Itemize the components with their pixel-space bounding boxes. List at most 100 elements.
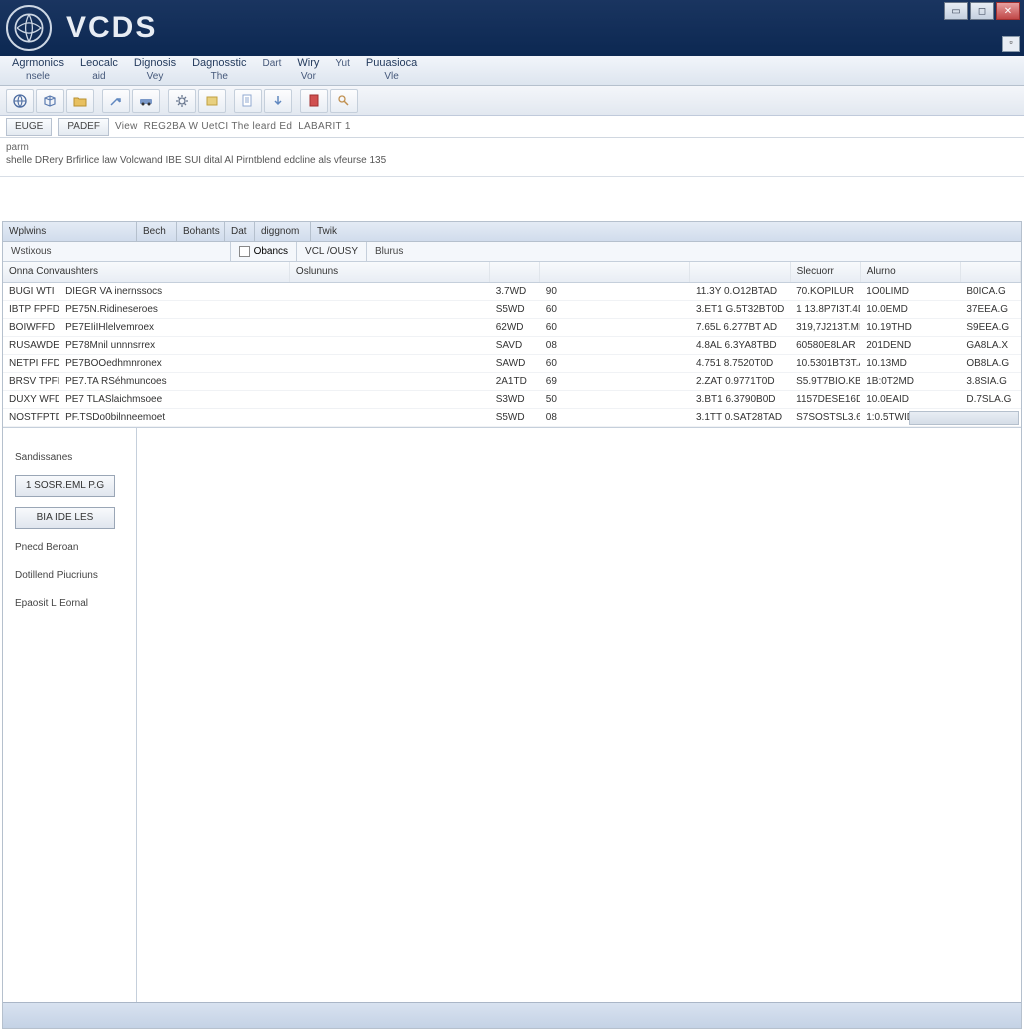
toolbar — [0, 86, 1024, 116]
table-cell: 08 — [540, 408, 690, 426]
status-bar — [3, 1002, 1021, 1028]
window-maximize-button[interactable]: ◻ — [970, 2, 994, 20]
table-cell: 2A1TD — [490, 372, 540, 390]
sidebar-text: Pnecd Beroan — [15, 539, 124, 557]
table-cell: 1B:0T2MD — [860, 372, 960, 390]
toolbar-button[interactable] — [330, 89, 358, 113]
table-cell: DIEGR VA inernssocs — [59, 282, 289, 300]
table-cell: SAVD — [490, 336, 540, 354]
folder-icon — [72, 93, 88, 109]
toolbar-button[interactable] — [168, 89, 196, 113]
table-cell: PE7.TA RSéhmuncoes — [59, 372, 289, 390]
table-cell — [289, 318, 489, 336]
table-row[interactable]: BOIWFFDPE7EIiIHlelvemroex62WD607.65L 6.2… — [3, 318, 1021, 336]
table-cell: PE75N.Ridineseroes — [59, 300, 289, 318]
status-line: parm — [6, 142, 1018, 153]
header-cell[interactable]: diggnom — [255, 222, 311, 241]
toolbar-button[interactable] — [66, 89, 94, 113]
table-cell — [289, 408, 489, 426]
main-panel: Wplwins Bech Bohants Dat diggnom Twik Ws… — [2, 221, 1022, 1029]
table-cell: 10.0EMD — [860, 300, 960, 318]
column-header[interactable]: Oslununs — [289, 262, 489, 282]
status-line: shelle DRery Brfirlice law Volcwand IBE … — [6, 155, 1018, 166]
table-cell: S5.9T7BIO.KB — [790, 372, 860, 390]
window-restore-button[interactable]: ▫ — [1002, 36, 1020, 52]
arrow-icon — [108, 93, 124, 109]
toolbar-button[interactable] — [300, 89, 328, 113]
table-row[interactable]: BRSV TPFDPE7.TA RSéhmuncoes2A1TD692.ZAT … — [3, 372, 1021, 390]
menu-bar: Agrmonicsnsele Leocalcaid DignosisVey Da… — [0, 56, 1024, 86]
table-cell — [289, 372, 489, 390]
menu-item[interactable]: Leocalcaid — [72, 57, 126, 83]
menu-item[interactable]: PuuasiocaVle — [358, 57, 425, 83]
table-cell: 3.1TT 0.SAT28TAD — [690, 408, 790, 426]
column-header[interactable]: Onna Convaushters — [3, 262, 289, 282]
toolbar-button[interactable] — [102, 89, 130, 113]
column-header[interactable]: Alurno — [860, 262, 960, 282]
header-cell[interactable]: Dat — [225, 222, 255, 241]
column-header[interactable]: Slecuorr — [790, 262, 860, 282]
toolbar-button[interactable] — [234, 89, 262, 113]
sidebar-title: Sandissanes — [15, 452, 124, 463]
table-cell: 1 13.8P7I3T.4D — [790, 300, 860, 318]
menu-item[interactable]: Dart — [255, 57, 290, 70]
table-cell: 50 — [540, 390, 690, 408]
header-cell[interactable]: Twik — [311, 222, 1021, 241]
table-cell: D.7SLA.G — [960, 390, 1020, 408]
menu-item[interactable]: Agrmonicsnsele — [4, 57, 72, 83]
table-row[interactable]: DUXY WFDPE7 TLASlaichmsoeeS3WD503.BT1 6.… — [3, 390, 1021, 408]
globe-icon — [12, 93, 28, 109]
info-button[interactable]: PADEF — [58, 118, 109, 136]
menu-item[interactable]: DagnossticThe — [184, 57, 254, 83]
table-cell: DUXY WFD — [3, 390, 59, 408]
tab-checkbox[interactable]: Obancs — [230, 242, 297, 261]
table-cell — [289, 300, 489, 318]
table-cell: 60 — [540, 318, 690, 336]
menu-item[interactable]: Yut — [327, 57, 357, 70]
window-close-button[interactable]: ✕ — [996, 2, 1020, 20]
toolbar-button[interactable] — [132, 89, 160, 113]
tab-item[interactable]: VCL /OUSY — [297, 242, 367, 261]
column-header[interactable] — [490, 262, 540, 282]
column-header[interactable] — [960, 262, 1020, 282]
car-icon — [138, 93, 154, 109]
table-cell: BRSV TPFD — [3, 372, 59, 390]
table-cell: 37EEA.G — [960, 300, 1020, 318]
table-cell: 2.ZAT 0.9771T0D — [690, 372, 790, 390]
toolbar-button[interactable] — [36, 89, 64, 113]
menu-item[interactable]: DignosisVey — [126, 57, 184, 83]
sidebar-button[interactable]: BIA IDE LES — [15, 507, 115, 529]
tab-item[interactable]: Blurus — [367, 246, 411, 257]
table-cell: 62WD — [490, 318, 540, 336]
sidebar-button[interactable]: 1 SOSR.EML P.G — [15, 475, 115, 497]
column-header[interactable] — [690, 262, 790, 282]
table-cell: 3.BT1 6.3790B0D — [690, 390, 790, 408]
data-table: Onna Convaushters Oslununs Slecuorr Alur… — [3, 262, 1021, 428]
table-row[interactable]: NETPI FFDPE7BOOedhmnronexSAWD604.751 8.7… — [3, 354, 1021, 372]
toolbar-button[interactable] — [264, 89, 292, 113]
table-cell: 60 — [540, 300, 690, 318]
column-header[interactable] — [540, 262, 690, 282]
toolbar-button[interactable] — [6, 89, 34, 113]
header-cell[interactable]: Bech — [137, 222, 177, 241]
header-cell[interactable]: Bohants — [177, 222, 225, 241]
table-cell: 3.ET1 G.5T32BT0D — [690, 300, 790, 318]
toolbar-button[interactable] — [198, 89, 226, 113]
info-button[interactable]: EUGE — [6, 118, 52, 136]
table-row[interactable]: RUSAWDEPE78Mnil unnnsrrexSAVD084.8AL 6.3… — [3, 336, 1021, 354]
table-row[interactable]: NOSTFPTDPF.TSDo0bilnneemoetS5WD083.1TT 0… — [3, 408, 1021, 426]
table-cell: 10.5301BT3T.AB — [790, 354, 860, 372]
header-cell[interactable]: Wplwins — [3, 222, 137, 241]
doc-red-icon — [306, 93, 322, 109]
table-cell: 60580E8LAR — [790, 336, 860, 354]
table-cell — [289, 354, 489, 372]
table-row[interactable]: BUGI WTIDIEGR VA inernssocs3.7WD9011.3Y … — [3, 282, 1021, 300]
lower-area: Sandissanes 1 SOSR.EML P.G BIA IDE LES P… — [3, 428, 1021, 1029]
menu-item[interactable]: WiryVor — [289, 57, 327, 83]
table-row[interactable]: IBTP FPFDPE75N.RidineseroesS5WD603.ET1 G… — [3, 300, 1021, 318]
sidebar: Sandissanes 1 SOSR.EML P.G BIA IDE LES P… — [3, 428, 137, 1029]
window-minimize-button[interactable]: ▭ — [944, 2, 968, 20]
table-cell: 11.3Y 0.O12BTAD — [690, 282, 790, 300]
table-cell — [289, 336, 489, 354]
horizontal-scrollbar[interactable] — [909, 411, 1019, 425]
